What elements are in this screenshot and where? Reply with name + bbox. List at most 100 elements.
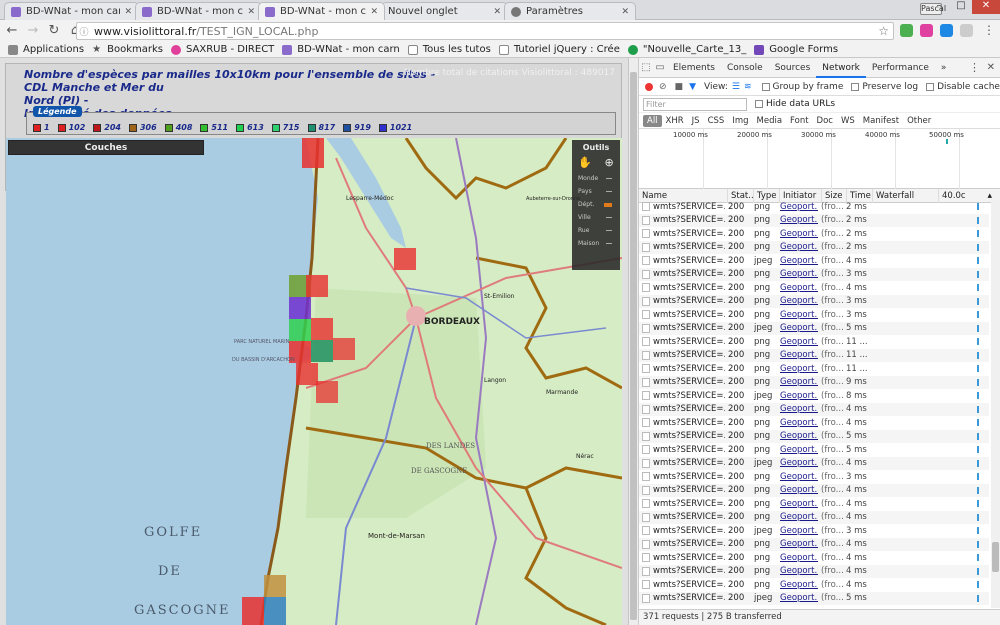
bookmark-carte[interactable]: "Nouvelle_Carte_13_: [627, 44, 746, 55]
zoom-box-icon[interactable]: ⊕: [605, 156, 614, 169]
extension-icon[interactable]: [920, 24, 933, 37]
browser-tab-5[interactable]: Paramètres ✕: [504, 2, 636, 20]
request-initiator-link[interactable]: Geoport...: [777, 337, 818, 347]
browser-tab-4[interactable]: Nouvel onglet ✕: [381, 2, 508, 20]
request-row[interactable]: wmts?SERVICE=...200 png Geoport...(fro...4…: [639, 510, 989, 524]
request-initiator-link[interactable]: Geoport...: [777, 539, 818, 549]
bookmark-jquery[interactable]: Tutoriel jQuery : Crée: [498, 44, 620, 55]
request-row[interactable]: wmts?SERVICE=...200 png Geoport...(fro...4…: [639, 416, 989, 430]
waterfall-overview-icon[interactable]: ≋: [744, 82, 752, 92]
request-row[interactable]: wmts?SERVICE=...200 png Geoport...(fro...2…: [639, 240, 989, 254]
bookmark-tutos[interactable]: Tous les tutos: [407, 44, 491, 55]
request-list-scrollbar[interactable]: [991, 200, 1000, 608]
request-initiator-link[interactable]: Geoport...: [777, 310, 818, 320]
page-scrollbar[interactable]: [628, 58, 638, 625]
sort-icon[interactable]: ▴: [987, 191, 992, 201]
device-toolbar-icon[interactable]: ▭: [653, 62, 667, 73]
bookmark-bookmarks[interactable]: ★ Bookmarks: [92, 44, 163, 55]
preserve-log-checkbox[interactable]: [851, 82, 860, 91]
request-initiator-link[interactable]: Geoport...: [777, 404, 818, 414]
request-row[interactable]: wmts?SERVICE=...200 png Geoport...(fro...2…: [639, 213, 989, 227]
request-initiator-link[interactable]: Geoport...: [777, 526, 818, 536]
inspect-icon[interactable]: ⬚: [639, 62, 653, 73]
back-icon[interactable]: ←: [3, 22, 21, 40]
density-cell[interactable]: [264, 575, 286, 597]
map-view[interactable]: GOLFE DE GASCOGNE BORDEAUX DES LANDES DE…: [6, 138, 622, 625]
request-initiator-link[interactable]: Geoport...: [777, 256, 818, 266]
capture-screenshot-icon[interactable]: ■: [675, 82, 684, 92]
info-icon[interactable]: ⓘ: [77, 25, 91, 38]
bookmark-google-forms[interactable]: Google Forms: [754, 44, 838, 55]
browser-tab-1[interactable]: BD-WNat - mon carnet d ✕: [4, 2, 139, 20]
extension-icon[interactable]: [900, 24, 913, 37]
forward-icon[interactable]: →: [24, 22, 42, 40]
request-initiator-link[interactable]: Geoport...: [777, 323, 818, 333]
pan-hand-icon[interactable]: ✋: [578, 156, 592, 169]
devtools-tab-console[interactable]: Console: [721, 58, 769, 78]
layers-panel-button[interactable]: Couches: [8, 140, 204, 155]
network-overview[interactable]: 10000 ms 20000 ms 30000 ms 40000 ms 50000 ms: [639, 129, 1000, 189]
request-row[interactable]: wmts?SERVICE=...200 jpeg Geoport...(fro...…: [639, 389, 989, 403]
density-cell[interactable]: [242, 597, 264, 625]
request-initiator-link[interactable]: Geoport...: [777, 391, 818, 401]
request-initiator-link[interactable]: Geoport...: [777, 553, 818, 563]
group-by-frame-checkbox[interactable]: [761, 82, 770, 91]
density-cell[interactable]: [316, 381, 338, 403]
zoom-level[interactable]: Monde: [572, 172, 620, 185]
bookmark-saxrub[interactable]: SAXRUB - DIRECT: [170, 44, 274, 55]
browser-tab-2[interactable]: BD-WNat - mon carnet d ✕: [135, 2, 262, 20]
zoom-scale[interactable]: Monde Pays Dépt. Ville Rue Maison: [572, 172, 620, 250]
close-icon[interactable]: ✕: [493, 7, 501, 17]
request-initiator-link[interactable]: Geoport...: [777, 593, 818, 603]
request-row[interactable]: wmts?SERVICE=...200 png Geoport...(fro...4…: [639, 281, 989, 295]
request-initiator-link[interactable]: Geoport...: [777, 472, 818, 482]
close-icon[interactable]: ✕: [370, 7, 378, 17]
density-cell[interactable]: [306, 275, 328, 297]
devtools-menu-icon[interactable]: ⋮: [969, 61, 980, 74]
request-initiator-link[interactable]: Geoport...: [777, 458, 818, 468]
browser-tab-3[interactable]: BD-WNat - mon carnet d ✕: [258, 2, 385, 20]
type-filter-all[interactable]: All: [643, 114, 662, 127]
density-cell[interactable]: [311, 318, 333, 340]
request-row[interactable]: wmts?SERVICE=...200 png Geoport...(fro...9…: [639, 375, 989, 389]
devtools-tab-network[interactable]: Network: [816, 58, 866, 78]
type-filter-css[interactable]: CSS: [704, 115, 729, 127]
request-row[interactable]: wmts?SERVICE=...200 png Geoport...(fro...4…: [639, 578, 989, 592]
minimize-icon[interactable]: –: [928, 0, 950, 14]
zoom-level[interactable]: Maison: [572, 237, 620, 250]
filter-icon[interactable]: ▼: [689, 82, 696, 92]
request-initiator-link[interactable]: Geoport...: [777, 566, 818, 576]
request-row[interactable]: wmts?SERVICE=...200 png Geoport...(fro...4…: [639, 537, 989, 551]
request-row[interactable]: wmts?SERVICE=...200 png Geoport...(fro...3…: [639, 267, 989, 281]
record-icon[interactable]: [645, 82, 653, 91]
type-filter-ws[interactable]: WS: [837, 115, 859, 127]
close-icon[interactable]: ✕: [124, 7, 132, 17]
close-icon[interactable]: ✕: [247, 7, 255, 17]
density-cell[interactable]: [289, 297, 311, 319]
request-initiator-link[interactable]: Geoport...: [777, 202, 818, 212]
hide-data-urls-checkbox[interactable]: [755, 100, 763, 108]
devtools-tab-performance[interactable]: Performance: [866, 58, 935, 78]
type-filter-other[interactable]: Other: [903, 115, 935, 127]
request-initiator-link[interactable]: Geoport...: [777, 485, 818, 495]
type-filter-xhr[interactable]: XHR: [662, 115, 688, 127]
devtools-tab-sources[interactable]: Sources: [769, 58, 817, 78]
reload-icon[interactable]: ↻: [45, 22, 63, 40]
close-window-icon[interactable]: ✕: [972, 0, 1000, 14]
zoom-level[interactable]: Dépt.: [572, 198, 620, 211]
type-filter-manifest[interactable]: Manifest: [859, 115, 903, 127]
request-row[interactable]: wmts?SERVICE=...200 png Geoport...(fro...4…: [639, 564, 989, 578]
request-initiator-link[interactable]: Geoport...: [777, 229, 818, 239]
type-filter-img[interactable]: Img: [728, 115, 752, 127]
density-cell[interactable]: [394, 248, 416, 270]
type-filter-media[interactable]: Media: [753, 115, 787, 127]
request-initiator-link[interactable]: Geoport...: [777, 283, 818, 293]
request-initiator-link[interactable]: Geoport...: [777, 377, 818, 387]
density-cell[interactable]: [311, 340, 333, 362]
density-cell[interactable]: [296, 363, 318, 385]
url-bar[interactable]: ⓘ www.visiolittoral.fr/TEST_IGN_LOCAL.ph…: [76, 22, 894, 40]
request-row[interactable]: wmts?SERVICE=...200 png Geoport...(fro...1…: [639, 335, 989, 349]
devtools-tab-elements[interactable]: Elements: [667, 58, 721, 78]
request-initiator-link[interactable]: Geoport...: [777, 418, 818, 428]
zoom-level[interactable]: Rue: [572, 224, 620, 237]
